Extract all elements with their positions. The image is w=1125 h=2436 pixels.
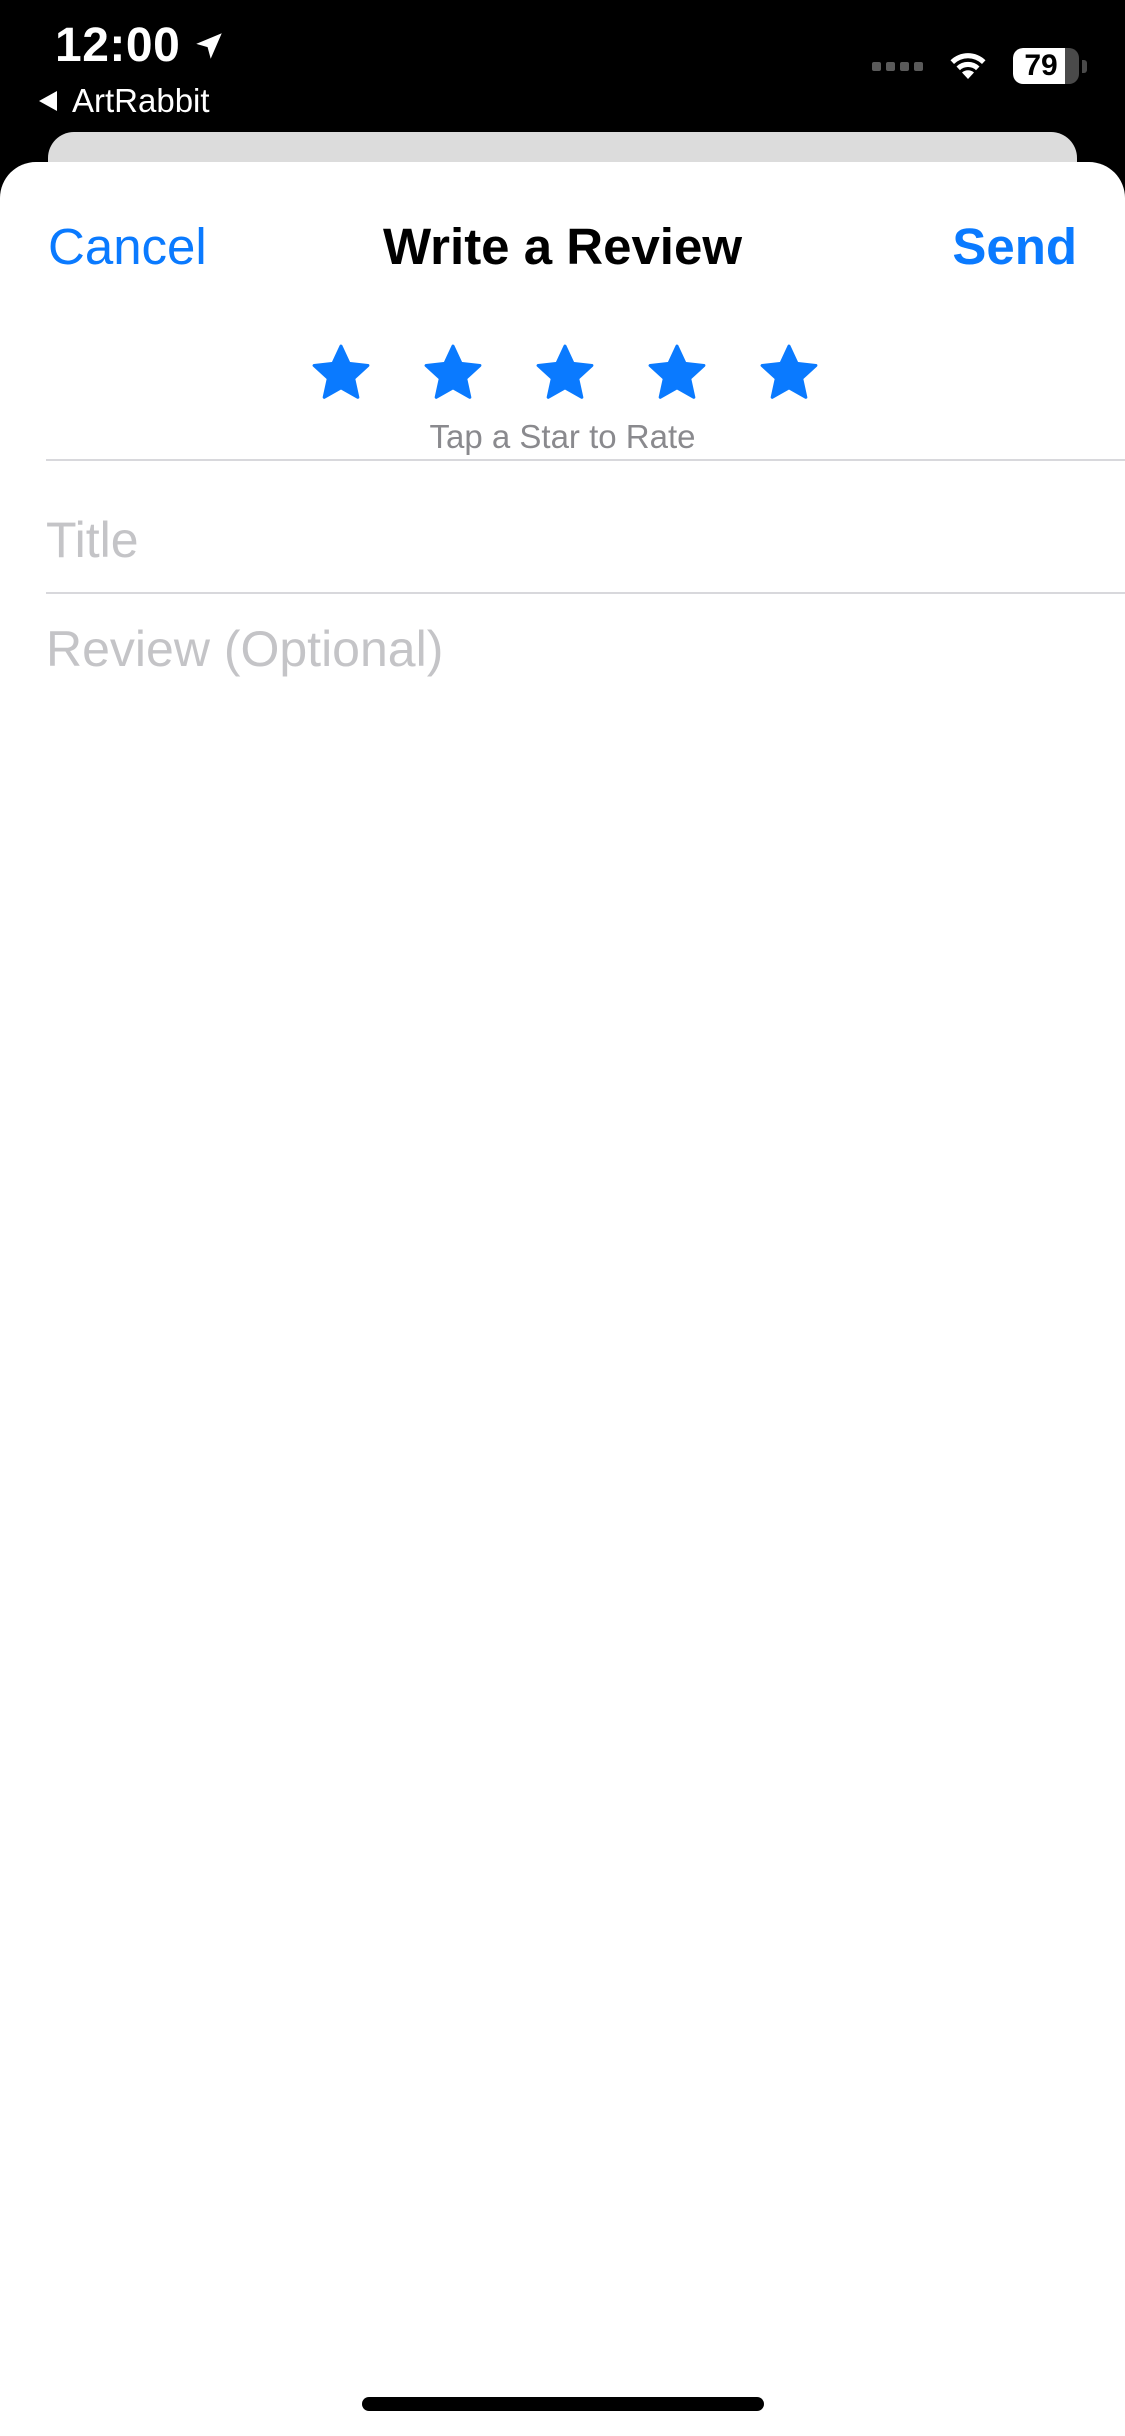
divider xyxy=(46,459,1125,461)
star-icon xyxy=(422,342,484,404)
star-icon xyxy=(534,342,596,404)
star-icon xyxy=(758,342,820,404)
back-triangle-icon xyxy=(38,90,58,112)
star-button-1[interactable] xyxy=(310,342,372,404)
home-indicator xyxy=(362,2397,764,2411)
star-rating xyxy=(0,342,1125,404)
star-button-4[interactable] xyxy=(646,342,708,404)
review-sheet: Cancel Write a Review Send Tap a Star to… xyxy=(0,162,1125,2436)
status-time: 12:00 xyxy=(55,19,181,72)
back-to-app-link[interactable]: ArtRabbit xyxy=(38,82,210,120)
status-time-group: 12:00 xyxy=(55,18,226,73)
battery-level: 79 xyxy=(1024,49,1058,82)
send-button[interactable]: Send xyxy=(952,217,1077,276)
battery-icon: 79 xyxy=(1013,48,1087,84)
star-icon xyxy=(646,342,708,404)
cancel-button[interactable]: Cancel xyxy=(48,217,207,276)
star-button-3[interactable] xyxy=(534,342,596,404)
wifi-icon xyxy=(945,49,991,83)
back-app-label: ArtRabbit xyxy=(72,82,210,119)
star-button-2[interactable] xyxy=(422,342,484,404)
review-input[interactable] xyxy=(46,614,1086,2214)
star-button-5[interactable] xyxy=(758,342,820,404)
star-icon xyxy=(310,342,372,404)
rating-hint: Tap a Star to Rate xyxy=(429,418,696,455)
divider xyxy=(46,592,1125,594)
battery-body: 79 xyxy=(1013,48,1079,84)
battery-cap xyxy=(1082,59,1087,73)
status-indicators: 79 xyxy=(872,48,1087,84)
title-input[interactable] xyxy=(46,500,1086,580)
location-arrow-icon xyxy=(192,29,226,63)
cellular-signal-icon xyxy=(872,61,923,71)
status-bar: 12:00 ArtRabbit 79 xyxy=(0,0,1125,130)
